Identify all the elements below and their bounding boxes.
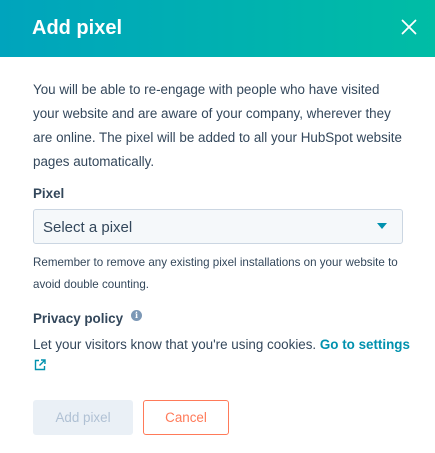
privacy-description: Let your visitors know that you're using…: [33, 335, 413, 355]
privacy-policy-heading: Privacy policy i: [33, 310, 143, 326]
add-pixel-button[interactable]: Add pixel: [33, 400, 133, 435]
pixel-help-text: Remember to remove any existing pixel in…: [33, 256, 398, 291]
close-button[interactable]: [397, 15, 421, 39]
intro-text: You will be able to re-engage with peopl…: [33, 82, 402, 169]
pixel-label: Pixel: [33, 186, 65, 201]
go-to-settings-link[interactable]: Go to settings: [320, 337, 410, 352]
close-icon: [401, 19, 417, 35]
cancel-button[interactable]: Cancel: [143, 400, 229, 435]
caret-down-icon: [377, 223, 387, 229]
privacy-policy-label: Privacy policy: [33, 311, 124, 326]
info-icon[interactable]: i: [131, 310, 143, 321]
privacy-text: Let your visitors know that you're using…: [33, 337, 317, 352]
pixel-select-value: Select a pixel: [43, 219, 133, 236]
modal-header: Add pixel: [0, 0, 435, 57]
add-pixel-modal: Add pixel You will be able to re-engage …: [0, 0, 435, 453]
pixel-select[interactable]: Select a pixel: [33, 209, 403, 244]
modal-title: Add pixel: [32, 17, 123, 39]
external-link-icon[interactable]: [34, 359, 46, 371]
modal-body: You will be able to re-engage with peopl…: [33, 78, 403, 174]
